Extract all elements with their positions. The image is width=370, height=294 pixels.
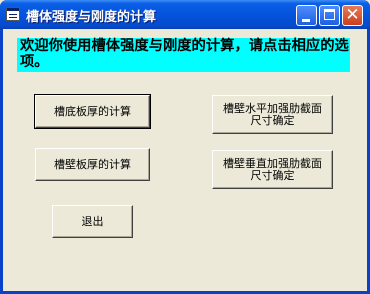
exit-label: 退出 — [81, 214, 104, 228]
maximize-icon — [324, 9, 335, 20]
exit-button[interactable]: 退出 — [52, 205, 133, 238]
horizontal-rib-button[interactable]: 槽壁水平加强肋截面 尺寸确定 — [212, 95, 333, 134]
app-icon[interactable] — [6, 7, 20, 21]
bottom-plate-button[interactable]: 槽底板厚的计算 — [34, 94, 151, 129]
maximize-button[interactable] — [319, 5, 340, 26]
vertical-rib-label: 槽壁垂直加强肋截面 尺寸确定 — [223, 156, 322, 182]
welcome-text: 欢迎你使用槽体强度与刚度的计算，请点击相应的选项。 — [20, 38, 349, 70]
minimize-button[interactable] — [296, 5, 317, 26]
horizontal-rib-label: 槽壁水平加强肋截面 尺寸确定 — [223, 101, 322, 127]
vertical-rib-button[interactable]: 槽壁垂直加强肋截面 尺寸确定 — [212, 150, 333, 189]
welcome-banner: 欢迎你使用槽体强度与刚度的计算，请点击相应的选项。 — [17, 38, 350, 72]
title-bar[interactable]: 槽体强度与刚度的计算 ✕ — [0, 0, 370, 29]
window-title: 槽体强度与刚度的计算 — [26, 10, 157, 25]
close-icon: ✕ — [345, 5, 360, 25]
bottom-plate-label: 槽底板厚的计算 — [54, 104, 131, 118]
wall-thickness-button[interactable]: 槽壁板厚的计算 — [35, 148, 150, 181]
wall-thickness-label: 槽壁板厚的计算 — [54, 157, 131, 171]
close-button[interactable]: ✕ — [342, 5, 363, 26]
minimize-icon — [302, 19, 310, 22]
